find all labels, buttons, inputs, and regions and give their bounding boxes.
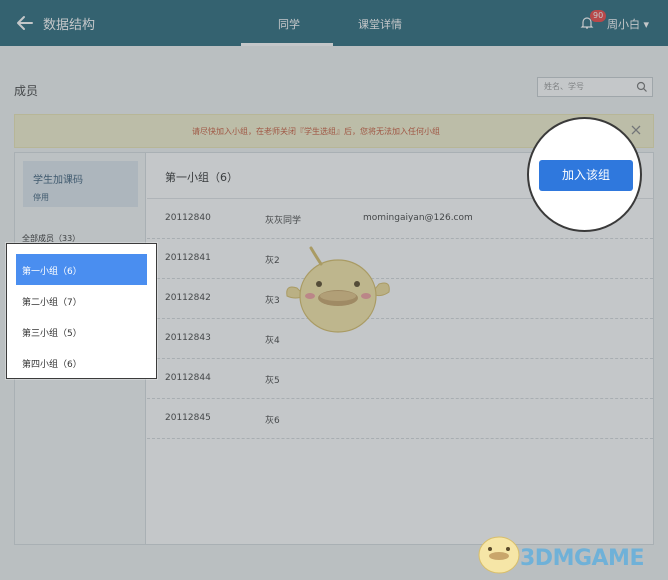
table-row: 20112843 灰4	[147, 319, 653, 359]
notice-text: 请尽快加入小组，在老师关闭『学生选组』后，您将无法加入任何小组	[192, 127, 440, 136]
user-menu[interactable]: 周小白 ▾	[607, 16, 649, 32]
tab-class-details[interactable]: 课堂详情	[358, 16, 402, 32]
student-name: 灰灰同学	[265, 216, 302, 226]
group-title: 第一小组（6）	[165, 171, 238, 184]
class-code-status: 停用	[33, 193, 49, 202]
student-id: 20112843	[165, 333, 211, 343]
search-placeholder: 姓名、学号	[544, 82, 584, 91]
member-list: 20112840 灰灰同学 momingaiyan@126.com 201128…	[147, 199, 653, 439]
group-item-2[interactable]: 第二小组（7）	[16, 285, 147, 316]
search-input[interactable]: 姓名、学号	[537, 77, 653, 97]
class-code-box[interactable]: 学生加课码 停用	[23, 161, 138, 207]
notification-badge: 90	[590, 10, 607, 22]
student-id: 20112842	[165, 293, 211, 303]
top-header: 数据结构 同学 课堂详情 90 周小白 ▾	[0, 0, 668, 46]
group-list: 第一小组（6） 第二小组（7） 第三小组（5） 第四小组（6）	[6, 243, 157, 379]
table-row: 20112842 灰3	[147, 279, 653, 319]
search-icon[interactable]	[636, 81, 648, 93]
course-title: 数据结构	[43, 18, 96, 33]
close-icon[interactable]	[629, 123, 643, 137]
student-name: 灰6	[265, 416, 280, 426]
student-id: 20112841	[165, 253, 211, 263]
student-name: 灰2	[265, 256, 280, 266]
join-group-button[interactable]: 加入该组	[539, 160, 633, 191]
student-email: momingaiyan@126.com	[363, 213, 473, 223]
active-tab-indicator	[241, 43, 333, 46]
student-id: 20112845	[165, 413, 211, 423]
student-name: 灰5	[265, 376, 280, 386]
tab-students[interactable]: 同学	[278, 16, 300, 32]
table-row: 20112845 灰6	[147, 399, 653, 439]
group-item-4[interactable]: 第四小组（6）	[16, 347, 147, 378]
class-code-label: 学生加课码	[33, 175, 83, 186]
student-id: 20112840	[165, 213, 211, 223]
watermark-logo: 3DMGAME	[520, 546, 644, 571]
page-title: 成员	[14, 84, 39, 98]
table-row: 20112844 灰5	[147, 359, 653, 399]
student-name: 灰3	[265, 296, 280, 306]
group-item-3[interactable]: 第三小组（5）	[16, 316, 147, 347]
watermark-mascot-logo	[478, 536, 520, 574]
mascot-illustration	[286, 246, 390, 333]
table-row: 20112841 灰2	[147, 239, 653, 279]
student-id: 20112844	[165, 373, 211, 383]
group-item-1[interactable]: 第一小组（6）	[16, 254, 147, 285]
student-name: 灰4	[265, 336, 280, 346]
back-arrow-icon[interactable]	[14, 12, 36, 34]
